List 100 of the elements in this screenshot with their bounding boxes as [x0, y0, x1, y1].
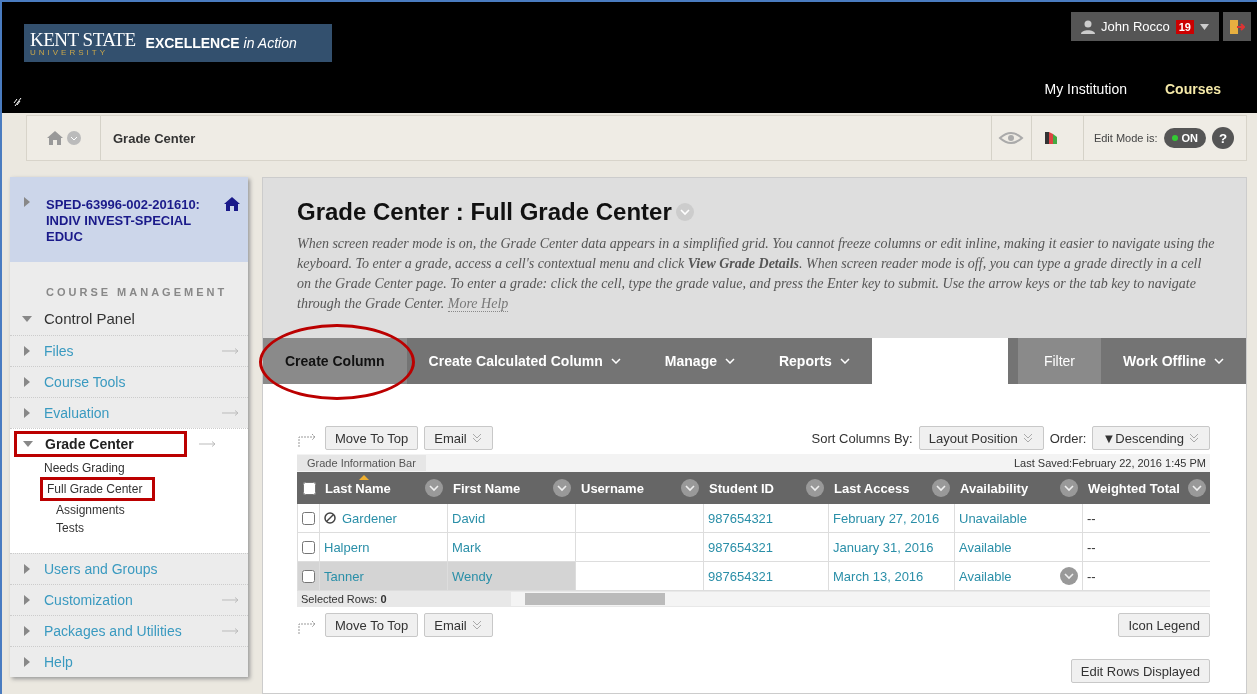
sort-label: Sort Columns By: [811, 430, 913, 446]
toolbar-button[interactable]: Create Calculated Column [406, 338, 643, 384]
eye-refresh-icon[interactable] [998, 130, 1025, 146]
toolbar-button[interactable]: Reports [756, 338, 872, 384]
table-cell[interactable]: Mark [447, 533, 575, 562]
column-header[interactable]: Availability [954, 472, 1082, 504]
table-cell[interactable]: February 27, 2016 [828, 504, 954, 533]
info-bar-tab[interactable]: Grade Information Bar [297, 455, 426, 471]
table-cell[interactable]: -- [1082, 562, 1210, 591]
sort-dropdown[interactable]: Layout Position [918, 426, 1044, 450]
logo-name: KENT STATE [30, 29, 136, 49]
home-icon[interactable] [224, 197, 240, 211]
nav-tab[interactable]: Courses [1164, 81, 1221, 97]
column-header[interactable]: Student ID [703, 472, 828, 504]
expanded-triangle-icon[interactable] [22, 313, 32, 324]
collapsed-triangle-icon[interactable] [22, 564, 32, 574]
collapsed-triangle-icon[interactable] [22, 346, 32, 356]
help-button[interactable]: ? [1212, 127, 1234, 149]
color-palette-icon[interactable] [1043, 130, 1060, 146]
column-header[interactable]: Last Access [828, 472, 954, 504]
table-cell[interactable]: Unavailable [954, 504, 1082, 533]
selected-rows-text: Selected Rows: 0 [300, 593, 388, 605]
table-cell[interactable]: 987654321 [703, 533, 828, 562]
university-logo[interactable]: KENT STATE UNIVERSITY EXCELLENCE in Action [24, 24, 332, 62]
horizontal-scrollbar[interactable] [510, 592, 1210, 606]
grid-action-button[interactable]: Email [424, 426, 493, 450]
menu-chevron-icon[interactable] [1060, 567, 1078, 585]
more-help-link[interactable]: More Help [447, 296, 509, 312]
edit-mode-toggle[interactable]: ON [1163, 128, 1206, 148]
collapsed-triangle-icon[interactable] [22, 197, 32, 207]
table-cell[interactable]: David [447, 504, 575, 533]
menu-chevron-icon[interactable] [1060, 479, 1078, 497]
table-cell[interactable]: Available [954, 533, 1082, 562]
section-heading: COURSE MANAGEMENT [45, 285, 229, 300]
collapsed-triangle-icon[interactable] [22, 626, 32, 636]
sidebar-subitem[interactable]: Tests [56, 519, 248, 537]
expanded-triangle-icon[interactable] [23, 439, 33, 449]
grid-action-button[interactable]: Move To Top [325, 613, 419, 637]
user-menu[interactable]: John Rocco 19 [1071, 12, 1219, 41]
collapsed-triangle-icon[interactable] [22, 408, 32, 418]
sidebar-subitem[interactable]: Needs Grading [44, 459, 248, 477]
toolbar-button[interactable]: Create Column [263, 338, 407, 384]
toolbar-button[interactable]: Manage [642, 338, 757, 384]
sidebar-subitem[interactable]: Assignments [56, 501, 248, 519]
table-cell[interactable]: -- [1082, 533, 1210, 562]
select-all-checkbox[interactable] [303, 481, 316, 495]
column-header[interactable]: Weighted Total [1082, 472, 1210, 504]
filter-input[interactable] [871, 338, 1008, 384]
double-chevron-icon [470, 432, 483, 444]
breadcrumb-item[interactable]: Grade Center [113, 130, 991, 146]
menu-chevron-icon[interactable] [806, 479, 824, 497]
table-cell[interactable]: -- [1082, 504, 1210, 533]
control-panel-heading[interactable]: Control Panel [44, 310, 135, 327]
table-cell[interactable]: 987654321 [703, 504, 828, 533]
row-checkbox[interactable] [302, 511, 315, 525]
table-cell[interactable]: Halpern [319, 533, 447, 562]
order-label: Order: [1049, 430, 1087, 446]
column-header[interactable]: First Name [447, 472, 575, 504]
column-header[interactable]: Last Name [319, 472, 447, 504]
user-name: John Rocco [1101, 19, 1170, 34]
nav-tab[interactable]: My Institution [1044, 81, 1127, 97]
order-dropdown[interactable]: ▼Descending [1092, 426, 1210, 450]
table-cell[interactable]: March 13, 2016 [828, 562, 954, 591]
arrow-icon[interactable] [198, 441, 217, 447]
logo-tagline: EXCELLENCE in Action [145, 35, 297, 51]
table-cell[interactable] [575, 533, 703, 562]
icon-legend-button[interactable]: Icon Legend [1118, 613, 1210, 637]
table-cell[interactable]: Gardener [319, 504, 447, 533]
sidebar-item[interactable]: Grade Center [45, 436, 134, 452]
work-offline-button[interactable]: Work Offline [1101, 338, 1246, 384]
edit-rows-button[interactable]: Edit Rows Displayed [1070, 659, 1210, 683]
collapsed-triangle-icon[interactable] [22, 377, 32, 387]
menu-chevron-icon[interactable] [932, 479, 950, 497]
edit-mode-label: Edit Mode is: [1082, 116, 1158, 160]
table-cell[interactable] [575, 504, 703, 533]
link-icon[interactable] [12, 95, 22, 107]
double-chevron-icon [1021, 432, 1034, 444]
column-header[interactable]: Username [575, 472, 703, 504]
collapsed-triangle-icon[interactable] [22, 657, 32, 667]
table-cell[interactable]: January 31, 2016 [828, 533, 954, 562]
menu-chevron-icon[interactable] [681, 479, 699, 497]
menu-chevron-icon[interactable] [425, 479, 443, 497]
filter-button[interactable]: Filter [1017, 338, 1102, 384]
logout-button[interactable] [1223, 12, 1251, 41]
row-checkbox[interactable] [302, 569, 315, 583]
door-arrow-icon [1229, 18, 1245, 35]
table-cell[interactable]: 987654321 [703, 562, 828, 591]
row-checkbox[interactable] [302, 540, 315, 554]
table-cell[interactable] [575, 562, 703, 591]
grid-action-button[interactable]: Move To Top [325, 426, 419, 450]
table-cell[interactable]: Available [954, 562, 1082, 591]
menu-chevron-icon[interactable] [1188, 479, 1206, 497]
caret-icon [1200, 23, 1209, 30]
menu-chevron-icon[interactable] [553, 479, 571, 497]
logo-subtitle: UNIVERSITY [30, 48, 109, 57]
grid-action-button[interactable]: Email [424, 613, 493, 637]
double-chevron-icon [470, 619, 483, 631]
page-title: Grade Center : Full Grade Center [297, 198, 672, 226]
collapsed-triangle-icon[interactable] [22, 595, 32, 605]
sidebar-subitem[interactable]: Full Grade Center [47, 480, 143, 498]
